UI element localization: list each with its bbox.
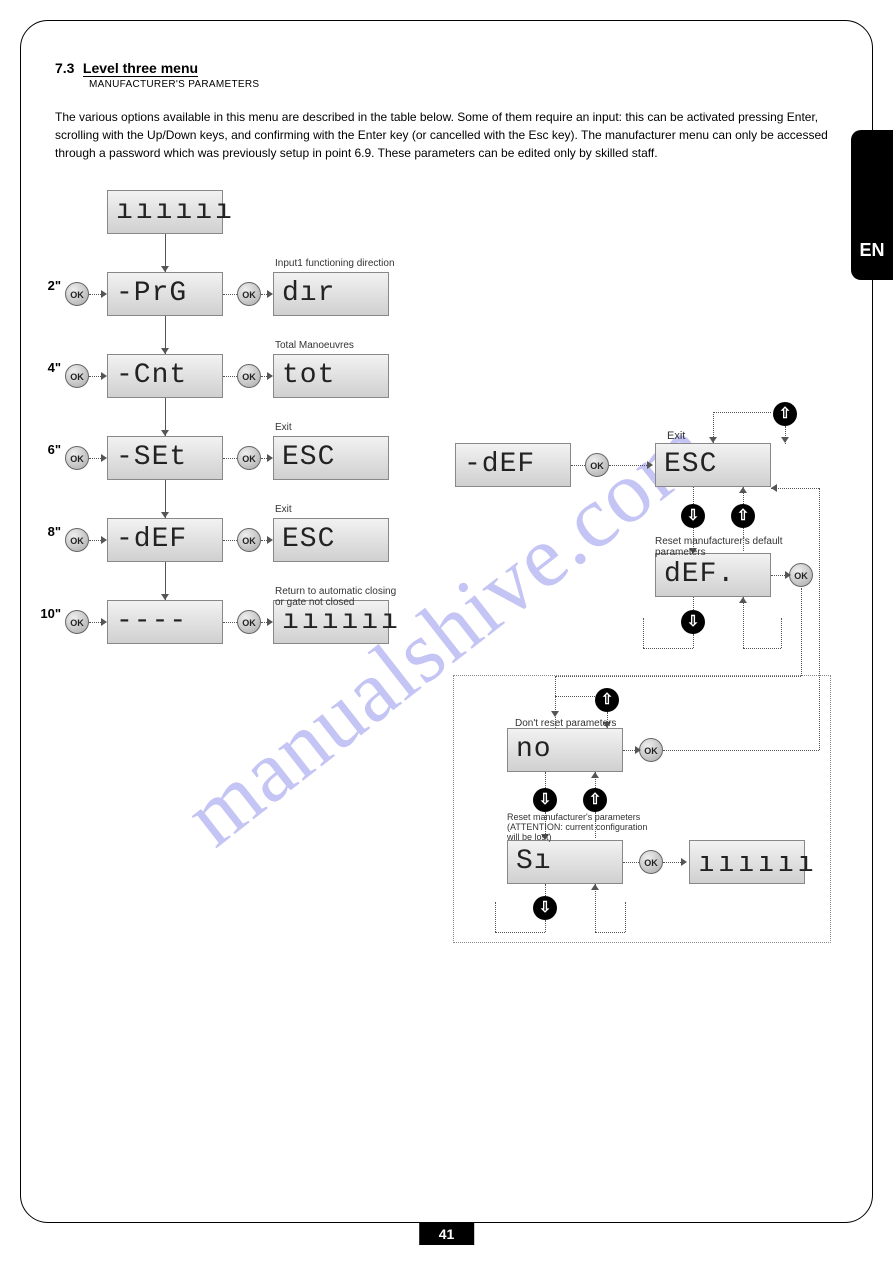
down-button[interactable]: ⇩ <box>533 788 557 812</box>
ok-button[interactable]: OK <box>639 850 663 874</box>
row-label: Exit <box>275 504 292 515</box>
ok-button[interactable]: OK <box>237 528 261 552</box>
section-header: 7.3 Level three menu MANUFACTURER'S PARA… <box>55 60 838 90</box>
lcd-si: Sı <box>507 840 623 884</box>
label-reset-default: Reset manufacturer's default parameters <box>655 536 795 558</box>
language-tab: EN <box>851 130 893 280</box>
lcd-bars-right: ıııııı <box>689 840 805 884</box>
lcd-left-4: -dEF <box>107 518 223 562</box>
ok-button[interactable]: OK <box>65 282 89 306</box>
time-label: 2" <box>37 278 61 293</box>
confirm-box <box>453 675 831 943</box>
down-button[interactable]: ⇩ <box>533 896 557 920</box>
section-number: 7.3 <box>55 60 74 76</box>
lcd-left-0: ıııııı <box>107 190 223 234</box>
label-dont-reset: Don't reset parameters <box>515 718 616 729</box>
ok-button[interactable]: OK <box>237 364 261 388</box>
lcd-def-start: -dEF <box>455 443 571 487</box>
row-label: Total Manoeuvres <box>275 340 354 351</box>
up-button[interactable]: ⇧ <box>583 788 607 812</box>
lcd-def-dot: dEF. <box>655 553 771 597</box>
content: 7.3 Level three menu MANUFACTURER'S PARA… <box>55 60 838 1203</box>
down-button[interactable]: ⇩ <box>681 504 705 528</box>
time-label: 4" <box>37 360 61 375</box>
ok-button[interactable]: OK <box>639 738 663 762</box>
time-label: 10" <box>37 606 61 621</box>
ok-button[interactable]: OK <box>237 446 261 470</box>
lcd-left-3: -SEt <box>107 436 223 480</box>
lcd-left-5: ---- <box>107 600 223 644</box>
section-subtitle: MANUFACTURER'S PARAMETERS <box>89 79 838 90</box>
lcd-right-4: ESC <box>273 518 389 562</box>
diagram: -dEF OK ESC ⇧ ⇩ ⇧ dEF. OK ⇩ <box>55 190 838 950</box>
up-button[interactable]: ⇧ <box>595 688 619 712</box>
row-label: Input1 functioning direction <box>275 258 395 269</box>
down-button[interactable]: ⇩ <box>681 610 705 634</box>
lcd-right-3: ESC <box>273 436 389 480</box>
up-button[interactable]: ⇧ <box>731 504 755 528</box>
ok-button[interactable]: OK <box>789 563 813 587</box>
time-label: 6" <box>37 442 61 457</box>
section-title: Level three menu <box>83 60 198 77</box>
lcd-no: no <box>507 728 623 772</box>
lcd-esc-right: ESC <box>655 443 771 487</box>
up-button[interactable]: ⇧ <box>773 402 797 426</box>
label-exit: Exit <box>667 430 685 442</box>
ok-button[interactable]: OK <box>237 282 261 306</box>
ok-button[interactable]: OK <box>65 610 89 634</box>
page-number: 41 <box>419 1223 475 1245</box>
ok-button[interactable]: OK <box>65 528 89 552</box>
ok-button[interactable]: OK <box>237 610 261 634</box>
lcd-left-1: -PrG <box>107 272 223 316</box>
row-label: Exit <box>275 422 292 433</box>
ok-button[interactable]: OK <box>65 364 89 388</box>
section-paragraph: The various options available in this me… <box>55 108 838 162</box>
row-label: Return to automatic closing or gate not … <box>275 586 396 608</box>
time-label: 8" <box>37 524 61 539</box>
lcd-right-1: dır <box>273 272 389 316</box>
lcd-right-2: tot <box>273 354 389 398</box>
label-notice: Reset manufacturer's parameters (ATTENTI… <box>507 812 687 842</box>
ok-button[interactable]: OK <box>585 453 609 477</box>
ok-button[interactable]: OK <box>65 446 89 470</box>
lcd-left-2: -Cnt <box>107 354 223 398</box>
